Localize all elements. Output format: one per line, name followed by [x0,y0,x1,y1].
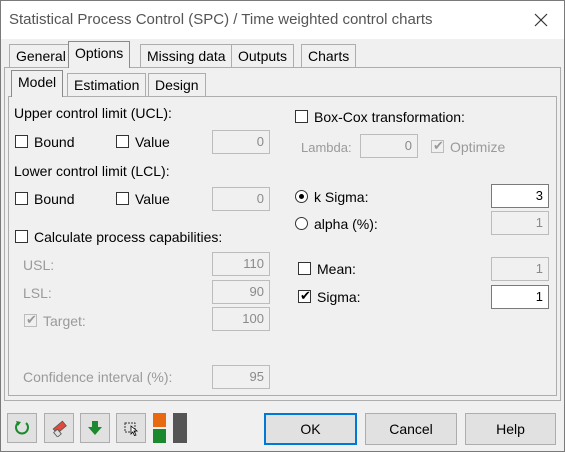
tab-missing-data[interactable]: Missing data [140,44,233,68]
optimize-label: Optimize [450,139,506,155]
ucl-value-label: Value [135,134,170,150]
radio-dot-icon [299,194,304,199]
clear-button[interactable] [44,413,74,443]
lambda-field[interactable]: 0 [360,134,418,158]
ucl-heading: Upper control limit (UCL): [14,105,172,121]
sigma-checkbox[interactable]: ✔ [298,288,311,303]
tab-general[interactable]: General [9,44,73,68]
lcl-value-label: Value [135,191,170,207]
tab-charts[interactable]: Charts [301,44,357,68]
eraser-icon [52,420,67,437]
reset-button[interactable] [7,413,37,443]
boxcox-checkbox[interactable] [295,110,308,123]
reset-icon [15,421,29,435]
checkmark-icon: ✔ [300,288,311,303]
download-arrow-icon [88,421,102,435]
boxcox-label: Box-Cox transformation: [314,109,465,125]
lambda-label: Lambda: [301,140,352,155]
ok-button[interactable]: OK [264,413,357,445]
mean-field[interactable]: 1 [491,257,549,281]
mean-checkbox[interactable] [298,262,311,275]
layout-toggle[interactable] [153,413,187,443]
target-label: Target: [43,313,86,329]
title-bar: Statistical Process Control (SPC) / Time… [1,1,564,39]
close-button[interactable] [526,5,556,35]
layout-toggle-icon [153,413,187,443]
checkmark-icon: ✔ [26,312,37,327]
mean-label: Mean: [317,261,356,277]
capabilities-checkbox[interactable] [15,230,28,243]
cancel-button[interactable]: Cancel [365,413,457,445]
lsl-field[interactable]: 90 [212,280,270,304]
lcl-heading: Lower control limit (LCL): [14,163,170,179]
ksigma-field[interactable]: 3 [491,184,549,208]
window-title: Statistical Process Control (SPC) / Time… [9,11,433,28]
capabilities-label: Calculate process capabilities: [34,229,223,245]
target-checkbox[interactable]: ✔ [24,312,37,327]
sigma-field[interactable]: 1 [491,285,549,309]
ucl-bound-checkbox[interactable] [15,135,28,148]
select-icon [124,422,139,436]
tab-model[interactable]: Model [11,70,64,97]
ci-field[interactable]: 95 [212,365,270,389]
alpha-label: alpha (%): [314,216,378,232]
alpha-field[interactable]: 1 [491,211,549,235]
ci-label: Confidence interval (%): [23,369,173,385]
optimize-checkbox[interactable]: ✔ [431,138,444,153]
dialog-window: Statistical Process Control (SPC) / Time… [0,0,565,452]
lsl-label: LSL: [23,285,52,301]
lcl-bound-label: Bound [34,191,75,207]
help-button[interactable]: Help [465,413,556,445]
lcl-value-checkbox[interactable] [116,192,129,205]
tab-options[interactable]: Options [68,41,131,68]
lcl-bound-checkbox[interactable] [15,192,28,205]
ksigma-label: k Sigma: [314,189,369,205]
tab-outputs[interactable]: Outputs [231,44,295,68]
select-button[interactable] [116,413,146,443]
download-button[interactable] [80,413,110,443]
target-field[interactable]: 100 [212,307,270,331]
usl-field[interactable]: 110 [212,252,270,276]
tab-estimation[interactable]: Estimation [67,73,147,97]
sigma-label: Sigma: [317,289,361,305]
tab-design[interactable]: Design [148,73,206,97]
usl-label: USL: [23,257,55,273]
ucl-value-field[interactable]: 0 [212,130,270,154]
ucl-bound-label: Bound [34,134,75,150]
ucl-value-checkbox[interactable] [116,135,129,148]
alpha-radio[interactable] [295,217,308,230]
lcl-value-field[interactable]: 0 [212,187,270,211]
ksigma-radio[interactable] [295,190,308,203]
close-icon [534,13,548,27]
checkmark-icon: ✔ [433,138,444,153]
